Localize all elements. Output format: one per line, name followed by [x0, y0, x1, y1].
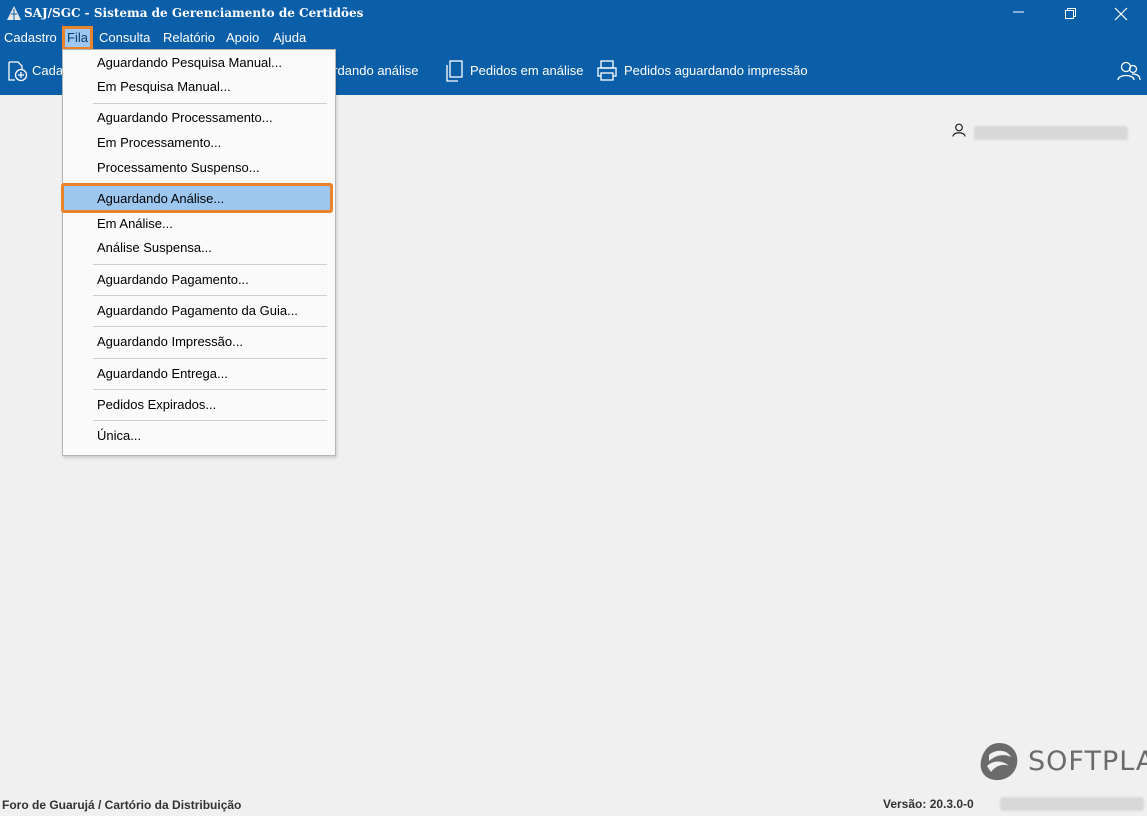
title-bar: SAJ/SGC - Sistema de Gerenciamento de Ce…	[0, 0, 1147, 27]
toolbar-label: Cada	[32, 63, 64, 78]
menu-apoio[interactable]: Apoio	[224, 29, 261, 47]
menu-fila[interactable]: Fila	[62, 26, 93, 50]
close-icon	[1114, 7, 1128, 21]
menu-option-label: Aguardando Impressão...	[97, 334, 243, 349]
menu-separator	[93, 326, 327, 327]
menu-option-label: Aguardando Processamento...	[97, 110, 273, 125]
menu-option-pedidos-expirados[interactable]: Pedidos Expirados...	[63, 394, 335, 416]
menu-option-aguardando-processamento[interactable]: Aguardando Processamento...	[63, 107, 335, 129]
brand-logo-text: SOFTPLAN	[1028, 746, 1147, 777]
toolbar-label: ardando análise	[326, 63, 419, 78]
documents-icon	[446, 60, 463, 82]
menu-separator	[93, 389, 327, 390]
menu-separator	[93, 358, 327, 359]
menu-option-label: Em Pesquisa Manual...	[97, 79, 231, 94]
softplan-logo: SOFTPLAN	[977, 740, 1147, 784]
status-version: Versão: 20.3.0-0	[883, 797, 974, 811]
menu-option-label: Aguardando Entrega...	[97, 366, 228, 381]
menu-option-aguardando-impressao[interactable]: Aguardando Impressão...	[63, 331, 335, 353]
status-redacted	[1000, 797, 1144, 811]
menu-option-processamento-suspenso[interactable]: Processamento Suspenso...	[63, 157, 335, 179]
menu-option-label: Análise Suspensa...	[97, 240, 212, 255]
menu-consulta[interactable]: Consulta	[97, 29, 152, 47]
restore-button[interactable]	[1048, 0, 1094, 27]
menu-separator	[93, 295, 327, 296]
toolbar-label: Pedidos aguardando impressão	[624, 63, 808, 78]
menu-option-em-analise[interactable]: Em Análise...	[63, 213, 335, 235]
menu-option-em-pesquisa-manual[interactable]: Em Pesquisa Manual...	[63, 76, 335, 98]
user-name-redacted	[974, 126, 1128, 140]
window-title: SAJ/SGC - Sistema de Gerenciamento de Ce…	[24, 6, 364, 20]
menu-option-analise-suspensa[interactable]: Análise Suspensa...	[63, 237, 335, 259]
menu-option-label: Aguardando Pagamento...	[97, 272, 249, 287]
menu-ajuda[interactable]: Ajuda	[271, 29, 308, 47]
menu-option-aguardando-pagamento[interactable]: Aguardando Pagamento...	[63, 269, 335, 291]
app-logo-icon	[7, 6, 21, 20]
softplan-emblem-icon	[980, 743, 1018, 781]
restore-icon	[1065, 8, 1076, 19]
menu-option-unica[interactable]: Única...	[63, 425, 335, 447]
menu-option-em-processamento[interactable]: Em Processamento...	[63, 132, 335, 154]
user-icon	[952, 123, 966, 137]
add-document-icon	[8, 61, 28, 82]
menu-option-label: Aguardando Pesquisa Manual...	[97, 55, 283, 70]
menu-separator	[93, 420, 327, 421]
menu-bar: Cadastro Fila Consulta Relatório Apoio A…	[0, 26, 1147, 50]
menu-option-label: Em Análise...	[97, 216, 173, 231]
menu-option-label: Aguardando Pagamento da Guia...	[97, 303, 298, 318]
menu-option-aguardando-analise[interactable]: Aguardando Análise...	[63, 188, 335, 210]
menu-option-label: Processamento Suspenso...	[97, 160, 260, 175]
menu-option-aguardando-entrega[interactable]: Aguardando Entrega...	[63, 363, 335, 385]
fila-dropdown-menu: Aguardando Pesquisa Manual... Em Pesquis…	[61, 49, 336, 456]
user-info	[952, 123, 1128, 140]
close-button[interactable]	[1098, 0, 1144, 27]
menu-separator	[93, 103, 327, 104]
menu-separator	[93, 264, 327, 265]
menu-option-aguardando-pesquisa-manual[interactable]: Aguardando Pesquisa Manual...	[63, 52, 335, 74]
minimize-button[interactable]	[996, 0, 1042, 27]
menu-option-label: Pedidos Expirados...	[97, 397, 217, 412]
menu-option-aguardando-pagamento-guia[interactable]: Aguardando Pagamento da Guia...	[63, 300, 335, 322]
menu-option-label: Única...	[97, 428, 142, 443]
minimize-icon	[1013, 11, 1024, 13]
toolbar-label: Pedidos em análise	[470, 63, 584, 78]
menu-relatorio[interactable]: Relatório	[161, 29, 217, 47]
menu-option-label: Em Processamento...	[97, 135, 222, 150]
users-icon[interactable]	[1117, 59, 1141, 83]
menu-option-label: Aguardando Análise...	[97, 191, 225, 206]
menu-cadastro[interactable]: Cadastro	[2, 29, 59, 47]
status-location: Foro de Guarujá / Cartório da Distribuiç…	[2, 798, 242, 812]
printer-icon	[597, 60, 617, 81]
